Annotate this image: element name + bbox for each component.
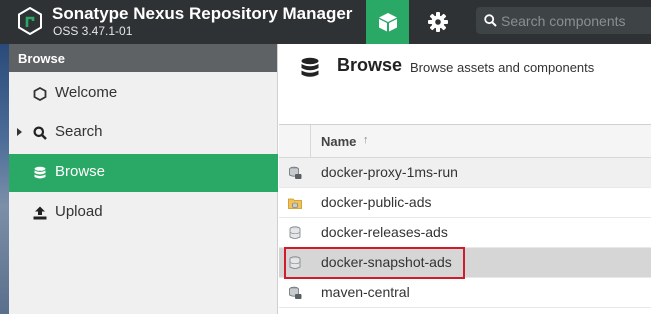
desktop-background [0, 44, 9, 314]
search-icon [33, 126, 47, 140]
upload-icon [33, 206, 47, 220]
search-input[interactable] [501, 10, 649, 31]
sidebar-item-label: Upload [55, 203, 103, 220]
repository-name: maven-central [321, 284, 410, 300]
top-bar: Sonatype Nexus Repository Manager OSS 3.… [0, 0, 651, 44]
sidebar-item-label: Browse [55, 163, 106, 180]
database-icon [34, 166, 46, 179]
hosted-repo-icon [289, 226, 301, 239]
table-header: Name ↑ [279, 125, 651, 158]
table-row[interactable]: maven-central [279, 278, 651, 308]
app-title: Sonatype Nexus Repository Manager [52, 4, 353, 23]
sort-ascending-icon[interactable]: ↑ [363, 134, 369, 146]
app-version: OSS 3.47.1-01 [53, 24, 133, 38]
page-header: Browse Browse assets and components [279, 44, 651, 124]
nexus-window: Sonatype Nexus Repository Manager OSS 3.… [0, 0, 651, 314]
page-subtitle: Browse assets and components [410, 60, 595, 75]
table-row[interactable]: docker-releases-ads [279, 218, 651, 248]
search-components-box[interactable] [476, 7, 651, 34]
nexus-logo-icon[interactable] [18, 6, 42, 36]
name-column-header[interactable]: Name [321, 134, 356, 149]
panel-title: Browse [9, 44, 277, 72]
administration-button[interactable] [418, 0, 458, 44]
search-icon [484, 14, 497, 27]
gear-icon [428, 12, 448, 32]
table-row[interactable]: docker-proxy-1ms-run [279, 158, 651, 188]
main-content: Browse Browse assets and components Name… [279, 44, 651, 314]
left-navigation-panel: Browse Welcome Search Browse Upload [9, 44, 278, 314]
repository-name: docker-releases-ads [321, 224, 448, 240]
sidebar-item-label: Welcome [55, 84, 118, 101]
proxy-repo-icon [289, 166, 302, 179]
cube-icon [378, 13, 397, 32]
table-row[interactable]: docker-public-ads [279, 188, 651, 218]
sidebar-item-search[interactable]: Search [9, 114, 278, 152]
repository-table: Name ↑ docker-proxy-1ms-run docker-publi… [279, 124, 651, 314]
group-repo-icon [288, 198, 302, 209]
repository-name: docker-snapshot-ads [321, 254, 452, 270]
expand-caret-icon[interactable] [17, 128, 22, 136]
sidebar-item-label: Search [55, 123, 103, 140]
sidebar-item-upload[interactable]: Upload [9, 194, 278, 232]
sidebar-item-welcome[interactable]: Welcome [9, 75, 278, 113]
repository-name: docker-public-ads [321, 194, 432, 210]
browse-mode-button[interactable] [366, 0, 409, 44]
hexagon-icon [33, 87, 47, 101]
proxy-repo-icon [289, 286, 302, 299]
sidebar-item-browse[interactable]: Browse [9, 154, 278, 192]
repository-name: docker-proxy-1ms-run [321, 164, 458, 180]
page-title: Browse [337, 55, 403, 75]
table-row-selected[interactable]: docker-snapshot-ads [279, 248, 651, 278]
icon-column-header [279, 125, 311, 158]
database-icon [301, 57, 319, 77]
hosted-repo-icon [289, 256, 301, 269]
